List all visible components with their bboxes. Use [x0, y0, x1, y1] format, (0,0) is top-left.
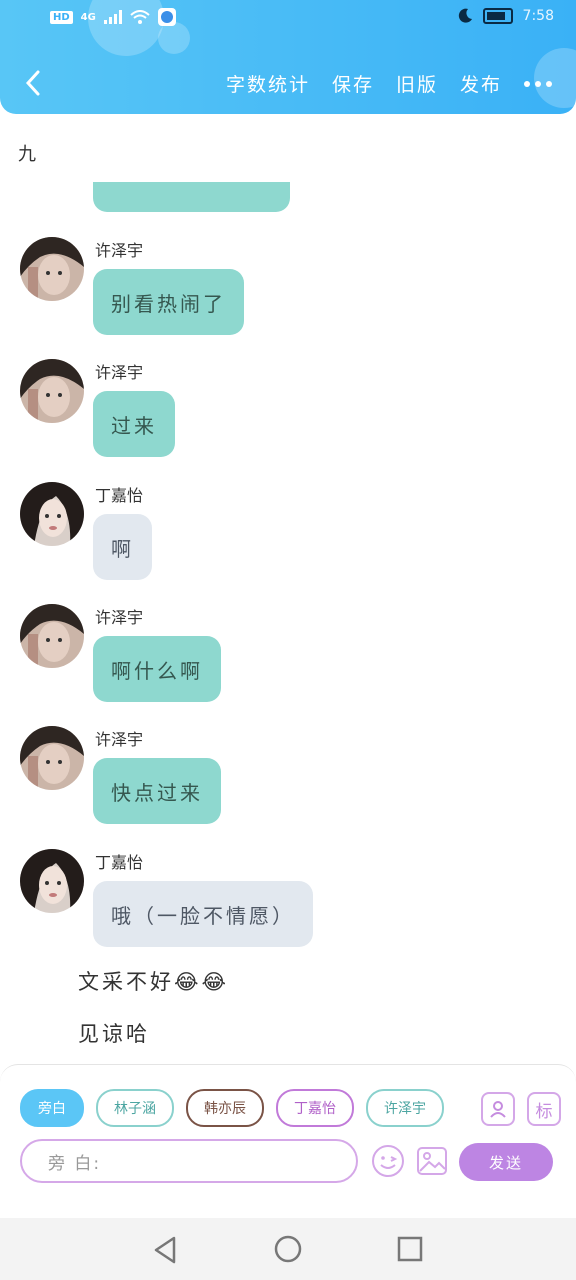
publish-button[interactable]: 发布: [460, 70, 502, 97]
sender-name: 许泽宇: [95, 363, 144, 382]
sender-name: 丁嘉怡: [95, 853, 144, 872]
old-version-button[interactable]: 旧版: [396, 70, 438, 97]
sender-name: 许泽宇: [95, 730, 144, 749]
message-bubble[interactable]: 过来: [93, 391, 175, 457]
moon-icon: [458, 8, 472, 23]
message-input[interactable]: 旁 白:: [20, 1139, 358, 1183]
browser-icon: [157, 8, 176, 26]
avatar-male[interactable]: [20, 359, 84, 423]
clock: 7:58: [522, 8, 554, 24]
person-icon: [490, 1101, 506, 1118]
message-bubble[interactable]: 啊: [93, 514, 152, 580]
header-actions: 字数统计 保存 旧版 发布: [226, 70, 552, 97]
character-chip-row: 旁白 林子涵 韩亦辰 丁嘉怡 许泽宇: [20, 1089, 464, 1129]
wifi-icon: [130, 10, 150, 24]
home-circle-icon[interactable]: [274, 1235, 302, 1263]
mark-button[interactable]: 标: [527, 1092, 561, 1126]
back-triangle-icon[interactable]: [152, 1236, 178, 1264]
save-button[interactable]: 保存: [332, 70, 374, 97]
chip-character[interactable]: 许泽宇: [366, 1089, 444, 1127]
avatar-female[interactable]: [20, 849, 84, 913]
status-bar-left: HD 4G: [50, 8, 176, 26]
image-icon[interactable]: [416, 1145, 448, 1177]
word-count-button[interactable]: 字数统计: [226, 70, 310, 97]
message-bubble[interactable]: 哦（一脸不情愿）: [93, 881, 313, 947]
chapter-title: 九: [18, 144, 36, 165]
narration-line[interactable]: 文采不好😂😂: [78, 966, 229, 996]
emoji-icon[interactable]: [371, 1144, 405, 1178]
top-header: HD 4G 7:58 字数统计 保存 旧版 发布: [0, 0, 576, 114]
back-arrow-icon[interactable]: [20, 66, 50, 100]
avatar-female[interactable]: [20, 482, 84, 546]
sender-name: 许泽宇: [95, 241, 144, 260]
status-bar-right: 7:58: [457, 8, 554, 24]
chip-character[interactable]: 林子涵: [96, 1089, 174, 1127]
chip-character[interactable]: 韩亦辰: [186, 1089, 264, 1127]
composer-panel: 旁白 林子涵 韩亦辰 丁嘉怡 许泽宇 标 旁 白: 发送: [0, 1064, 576, 1219]
chip-character[interactable]: 丁嘉怡: [276, 1089, 354, 1127]
signal-icon: [103, 10, 122, 24]
avatar-male[interactable]: [20, 726, 84, 790]
recents-square-icon[interactable]: [397, 1236, 423, 1262]
sender-name: 许泽宇: [95, 608, 144, 627]
narration-line[interactable]: 见谅哈: [78, 1018, 150, 1048]
hd-badge: HD: [50, 10, 73, 24]
partial-bubble: [93, 182, 290, 212]
more-icon[interactable]: [524, 80, 552, 87]
message-bubble[interactable]: 别看热闹了: [93, 269, 244, 335]
avatar-male[interactable]: [20, 604, 84, 668]
contact-icon[interactable]: [481, 1092, 515, 1126]
decor-circle: [158, 22, 190, 54]
send-button[interactable]: 发送: [459, 1143, 553, 1181]
message-bubble[interactable]: 啊什么啊: [93, 636, 221, 702]
network-type: 4G: [80, 11, 96, 23]
avatar-male[interactable]: [20, 237, 84, 301]
message-bubble[interactable]: 快点过来: [93, 758, 221, 824]
sender-name: 丁嘉怡: [95, 486, 144, 505]
battery-icon: [482, 8, 513, 24]
system-navigation-bar: [0, 1218, 576, 1280]
chip-narrator[interactable]: 旁白: [20, 1089, 84, 1127]
